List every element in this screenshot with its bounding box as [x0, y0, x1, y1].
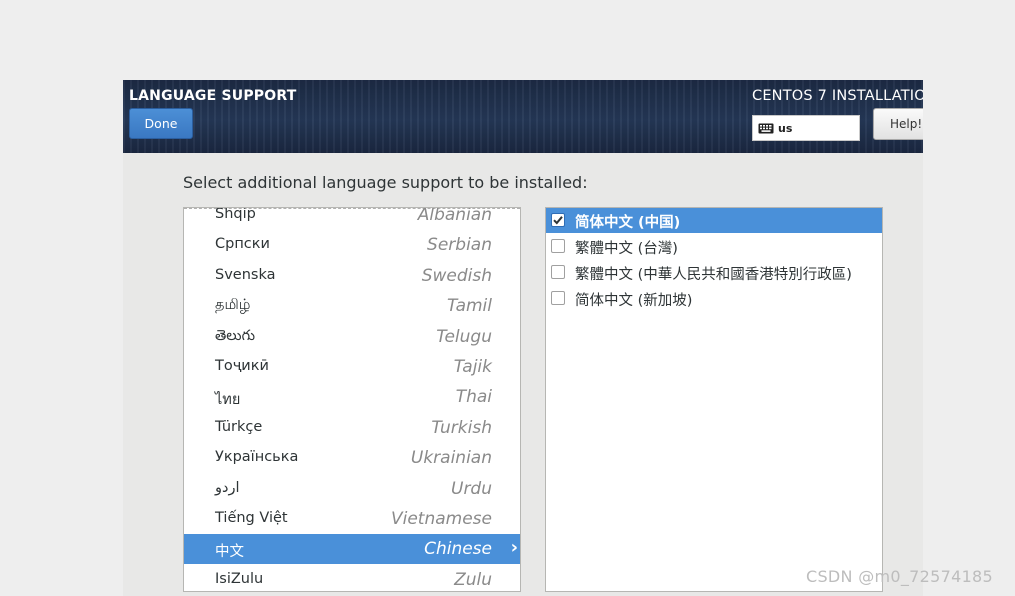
language-english-name: Tamil	[446, 296, 492, 317]
language-english-name: Zulu	[454, 569, 492, 590]
language-native-name: Српски	[215, 236, 270, 253]
language-english-name: Tajik	[453, 357, 492, 377]
language-english-name: Swedish	[421, 265, 492, 286]
language-english-name: Thai	[455, 387, 492, 408]
language-english-name: Ukrainian	[410, 448, 492, 469]
spoke-title: LANGUAGE SUPPORT	[129, 88, 297, 104]
check-icon	[553, 216, 563, 225]
language-native-name: Svenska	[215, 266, 276, 283]
language-native-name: Tiếng Việt	[215, 510, 288, 526]
language-row[interactable]: ไทย Thai	[184, 382, 520, 412]
locale-label: 繁體中文 (台灣)	[575, 241, 678, 257]
locale-label: 简体中文 (新加坡)	[575, 293, 693, 309]
language-list[interactable]: Shqip Albanian Српски Serbian Svenska Swedish…	[183, 207, 521, 592]
help-button[interactable]: Help!	[873, 108, 923, 140]
language-english-name: Turkish	[431, 417, 492, 438]
language-english-name: Serbian	[427, 235, 492, 256]
language-row[interactable]: Shqip Albanian	[184, 207, 520, 230]
chevron-right-icon: ›	[510, 537, 518, 559]
language-row[interactable]: Српски Serbian	[184, 230, 520, 260]
language-native-name: 中文	[215, 544, 244, 561]
language-english-name: Urdu	[451, 478, 492, 499]
keyboard-icon	[758, 123, 774, 133]
spoke-header: LANGUAGE SUPPORT Done CENTOS 7 INSTALLAT…	[123, 80, 923, 153]
language-row[interactable]: Українська Ukrainian	[184, 443, 520, 473]
locale-label: 繁體中文 (中華人民共和國香港特別行政區)	[575, 267, 852, 283]
locale-list[interactable]: 简体中文 (中国) 繁體中文 (台灣) 繁體中文 (中華人民共和國香港特別行政區) 简…	[545, 207, 883, 592]
language-native-name: தமிழ்	[215, 297, 251, 314]
locale-checkbox[interactable]	[551, 291, 565, 305]
language-row[interactable]: IsiZulu Zulu	[184, 565, 520, 591]
language-english-name: Vietnamese	[390, 509, 492, 529]
locale-row[interactable]: 简体中文 (中国)	[546, 208, 882, 233]
locale-checkbox[interactable]	[551, 213, 565, 227]
language-row[interactable]: Svenska Swedish	[184, 261, 520, 291]
language-row[interactable]: Тоҷикӣ Tajik	[184, 352, 520, 382]
language-native-name: IsiZulu	[215, 570, 264, 587]
product-title: CENTOS 7 INSTALLATIO	[752, 88, 923, 104]
installer-page: LANGUAGE SUPPORT Done CENTOS 7 INSTALLAT…	[0, 0, 1015, 596]
locale-row[interactable]: 繁體中文 (中華人民共和國香港特別行政區)	[546, 260, 882, 285]
language-row[interactable]: Türkçe Turkish	[184, 413, 520, 443]
language-row[interactable]: தமிழ் Tamil	[184, 291, 520, 321]
keyboard-layout-indicator[interactable]: us	[752, 115, 860, 141]
language-english-name: Chinese	[424, 539, 492, 560]
locale-row[interactable]: 繁體中文 (台灣)	[546, 234, 882, 259]
locale-row[interactable]: 简体中文 (新加坡)	[546, 286, 882, 311]
instruction-text: Select additional language support to be…	[183, 173, 588, 192]
language-english-name: Albanian	[417, 207, 492, 225]
language-english-name: Telugu	[436, 326, 492, 347]
locale-checkbox[interactable]	[551, 239, 565, 253]
done-button[interactable]: Done	[129, 108, 193, 139]
locale-checkbox[interactable]	[551, 265, 565, 279]
keyboard-layout-label: us	[778, 121, 793, 135]
language-native-name: اردو	[215, 479, 240, 496]
language-native-name: తెలుగు	[215, 327, 256, 344]
language-native-name: Тоҷикӣ	[215, 358, 269, 374]
language-native-name: Shqip	[215, 207, 256, 222]
language-native-name: ไทย	[215, 392, 241, 409]
language-native-name: Türkçe	[215, 418, 263, 435]
language-native-name: Українська	[215, 449, 299, 466]
language-row[interactable]: اردو Urdu	[184, 474, 520, 504]
language-support-spoke: LANGUAGE SUPPORT Done CENTOS 7 INSTALLAT…	[123, 80, 923, 596]
locale-label: 简体中文 (中国)	[575, 215, 681, 231]
language-row[interactable]: తెలుగు Telugu	[184, 322, 520, 352]
watermark: CSDN @m0_72574185	[806, 567, 994, 586]
language-row[interactable]: Tiếng Việt Vietnamese	[184, 504, 520, 534]
language-row[interactable]: 中文 Chinese ›	[184, 534, 520, 565]
